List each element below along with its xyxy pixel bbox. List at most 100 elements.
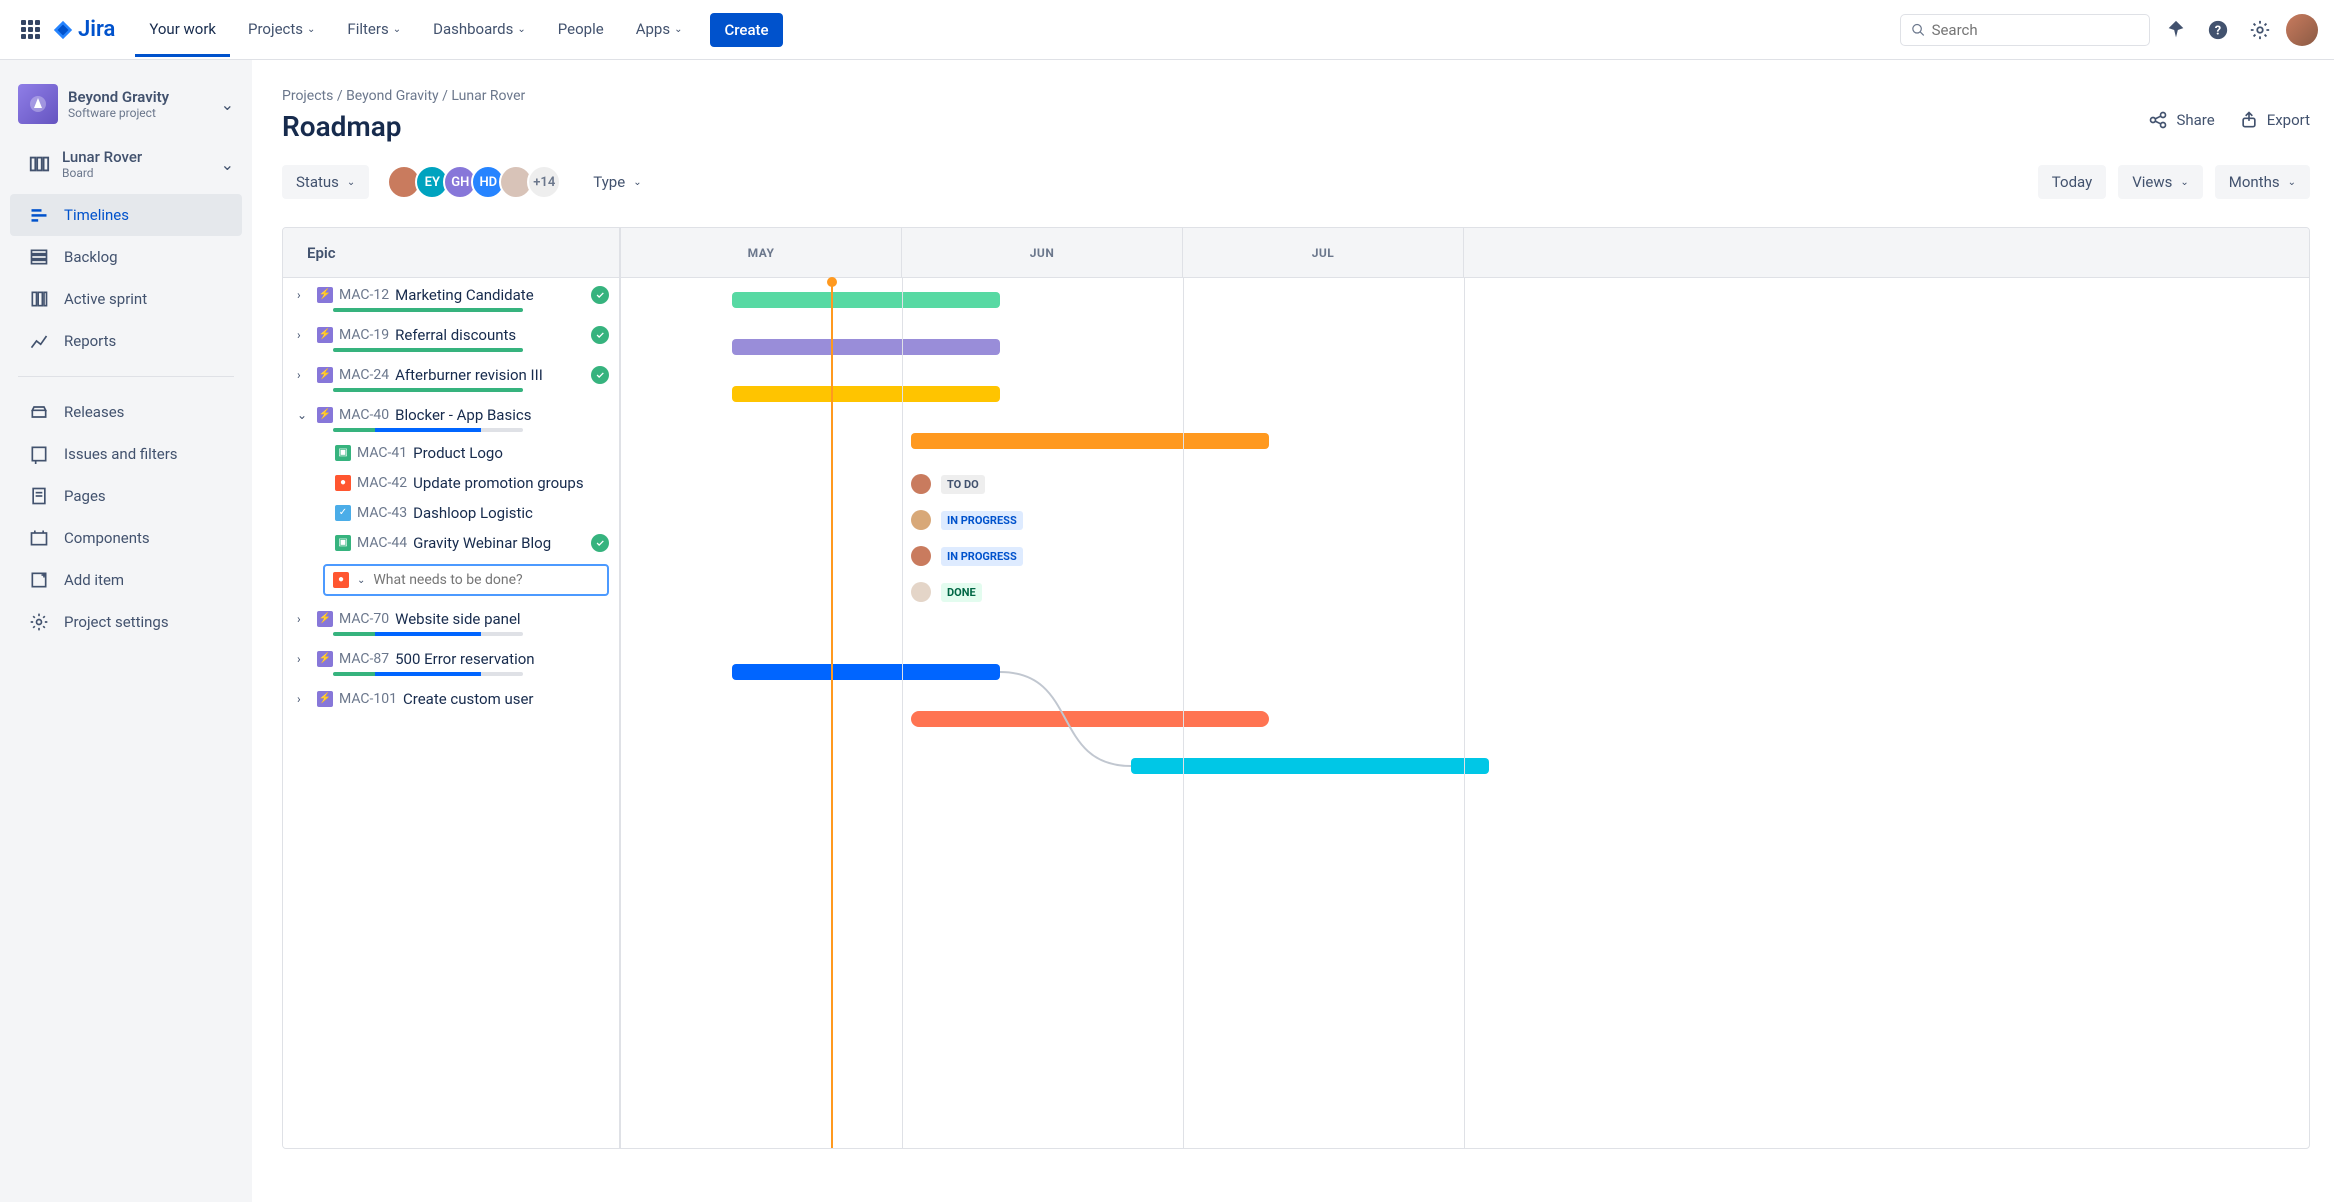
child-issue-row[interactable]: ▣MAC-44Gravity Webinar Blog: [283, 528, 619, 558]
jira-logo[interactable]: Jira: [52, 17, 115, 42]
issue-key[interactable]: MAC-40: [339, 407, 389, 423]
breadcrumb-link[interactable]: Lunar Rover: [451, 88, 525, 104]
share-button[interactable]: Share: [2148, 110, 2214, 130]
child-issue-row[interactable]: ▣MAC-41Product Logo: [283, 438, 619, 468]
nav-apps[interactable]: Apps⌄: [622, 2, 697, 57]
new-issue-input-wrapper[interactable]: ●⌄: [323, 564, 609, 596]
epic-bar[interactable]: [732, 339, 1000, 355]
issue-summary[interactable]: Referral discounts: [395, 326, 516, 344]
chevron-right-icon[interactable]: ›: [297, 288, 311, 302]
status-badge[interactable]: IN PROGRESS: [941, 511, 1023, 530]
today-button[interactable]: Today: [2038, 165, 2106, 199]
chevron-right-icon[interactable]: ›: [297, 652, 311, 666]
issue-summary[interactable]: Marketing Candidate: [395, 286, 534, 304]
issue-summary[interactable]: Product Logo: [413, 444, 503, 462]
sidebar-item-active-sprint[interactable]: Active sprint: [10, 278, 242, 320]
views-button[interactable]: Views⌄: [2118, 165, 2203, 199]
roadmap: Epic ›⚡MAC-12Marketing Candidate›⚡MAC-19…: [282, 227, 2310, 1149]
sidebar-item-timelines[interactable]: Timelines: [10, 194, 242, 236]
sidebar-item-add-item[interactable]: Add item: [10, 559, 242, 601]
app-switcher-icon[interactable]: [16, 16, 44, 44]
project-switcher[interactable]: Beyond Gravity Software project ⌄: [10, 76, 242, 132]
epic-row[interactable]: ›⚡MAC-24Afterburner revision III: [283, 358, 619, 398]
chevron-right-icon[interactable]: ›: [297, 692, 311, 706]
child-issue-row[interactable]: ●MAC-42Update promotion groups: [283, 468, 619, 498]
sidebar-item-issues-and-filters[interactable]: Issues and filters: [10, 433, 242, 475]
issue-summary[interactable]: Blocker - App Basics: [395, 406, 531, 424]
nav-dashboards[interactable]: Dashboards⌄: [419, 2, 540, 57]
issue-summary[interactable]: Gravity Webinar Blog: [413, 534, 551, 552]
sidebar-item-reports[interactable]: Reports: [10, 320, 242, 362]
sidebar-item-pages[interactable]: Pages: [10, 475, 242, 517]
child-issue-row[interactable]: ✓MAC-43Dashloop Logistic: [283, 498, 619, 528]
issue-key[interactable]: MAC-44: [357, 535, 407, 551]
issue-summary[interactable]: Afterburner revision III: [395, 366, 543, 384]
settings-icon[interactable]: [2244, 14, 2276, 46]
status-badge[interactable]: TO DO: [941, 475, 985, 494]
status-filter[interactable]: Status⌄: [282, 165, 369, 199]
board-switcher[interactable]: Lunar Rover Board ⌄: [10, 140, 242, 188]
nav-filters[interactable]: Filters⌄: [333, 2, 415, 57]
search-input[interactable]: [1932, 21, 2139, 39]
issue-key[interactable]: MAC-70: [339, 611, 389, 627]
epic-bar[interactable]: [1131, 758, 1489, 774]
issue-summary[interactable]: Dashloop Logistic: [413, 504, 533, 522]
epic-row[interactable]: ›⚡MAC-12Marketing Candidate: [283, 278, 619, 318]
issue-summary[interactable]: 500 Error reservation: [395, 650, 534, 668]
assignee-avatar[interactable]: [911, 546, 931, 566]
issue-key[interactable]: MAC-101: [339, 691, 397, 707]
epic-bar[interactable]: [732, 386, 1000, 402]
epic-row[interactable]: ›⚡MAC-87500 Error reservation: [283, 642, 619, 682]
issue-key[interactable]: MAC-24: [339, 367, 389, 383]
assignee-avatar[interactable]: [911, 582, 931, 602]
epic-row[interactable]: ›⚡MAC-19Referral discounts: [283, 318, 619, 358]
chevron-right-icon[interactable]: ›: [297, 368, 311, 382]
issue-key[interactable]: MAC-43: [357, 505, 407, 521]
issue-summary[interactable]: Create custom user: [403, 690, 534, 708]
status-badge[interactable]: DONE: [941, 583, 982, 602]
sidebar-item-project-settings[interactable]: Project settings: [10, 601, 242, 643]
nav-projects[interactable]: Projects⌄: [234, 2, 329, 57]
nav-people[interactable]: People: [544, 2, 618, 57]
help-icon[interactable]: ?: [2202, 14, 2234, 46]
issue-summary[interactable]: Update promotion groups: [413, 474, 583, 492]
reports-icon: [28, 330, 50, 352]
epic-row[interactable]: ⌄⚡MAC-40Blocker - App Basics: [283, 398, 619, 438]
chevron-down-icon[interactable]: ⌄: [297, 408, 311, 422]
epic-bar[interactable]: [911, 433, 1269, 449]
breadcrumb-link[interactable]: Beyond Gravity: [346, 88, 439, 104]
epic-row[interactable]: ›⚡MAC-101Create custom user: [283, 682, 619, 714]
sidebar-item-backlog[interactable]: Backlog: [10, 236, 242, 278]
breadcrumb-link[interactable]: Projects: [282, 88, 333, 104]
issue-key[interactable]: MAC-42: [357, 475, 407, 491]
epic-bar[interactable]: [732, 292, 1000, 308]
create-button[interactable]: Create: [710, 13, 782, 47]
months-zoom-button[interactable]: Months⌄: [2215, 165, 2310, 199]
nav-your-work[interactable]: Your work: [135, 2, 230, 57]
issue-key[interactable]: MAC-41: [357, 445, 407, 461]
search-input-wrapper[interactable]: [1900, 14, 2150, 46]
assignee-filter[interactable]: EYGHHD+14: [387, 165, 561, 199]
issue-summary[interactable]: Website side panel: [395, 610, 520, 628]
sidebar-item-releases[interactable]: Releases: [10, 391, 242, 433]
chevron-down-icon[interactable]: ⌄: [357, 575, 365, 586]
issue-key[interactable]: MAC-87: [339, 651, 389, 667]
epic-row[interactable]: ›⚡MAC-70Website side panel: [283, 602, 619, 642]
more-assignees[interactable]: +14: [527, 165, 561, 199]
assignee-avatar[interactable]: [911, 474, 931, 494]
export-button[interactable]: Export: [2239, 110, 2310, 130]
notifications-icon[interactable]: [2160, 14, 2192, 46]
assignee-avatar[interactable]: [911, 510, 931, 530]
sidebar-item-components[interactable]: Components: [10, 517, 242, 559]
issue-key[interactable]: MAC-19: [339, 327, 389, 343]
epic-bar[interactable]: [911, 711, 1269, 727]
bug-icon[interactable]: ●: [333, 572, 349, 588]
issue-key[interactable]: MAC-12: [339, 287, 389, 303]
status-badge[interactable]: IN PROGRESS: [941, 547, 1023, 566]
type-filter[interactable]: Type⌄: [579, 165, 655, 199]
new-issue-input[interactable]: [373, 572, 599, 588]
chevron-right-icon[interactable]: ›: [297, 328, 311, 342]
chevron-right-icon[interactable]: ›: [297, 612, 311, 626]
profile-avatar[interactable]: [2286, 14, 2318, 46]
epic-bar[interactable]: [732, 664, 1000, 680]
